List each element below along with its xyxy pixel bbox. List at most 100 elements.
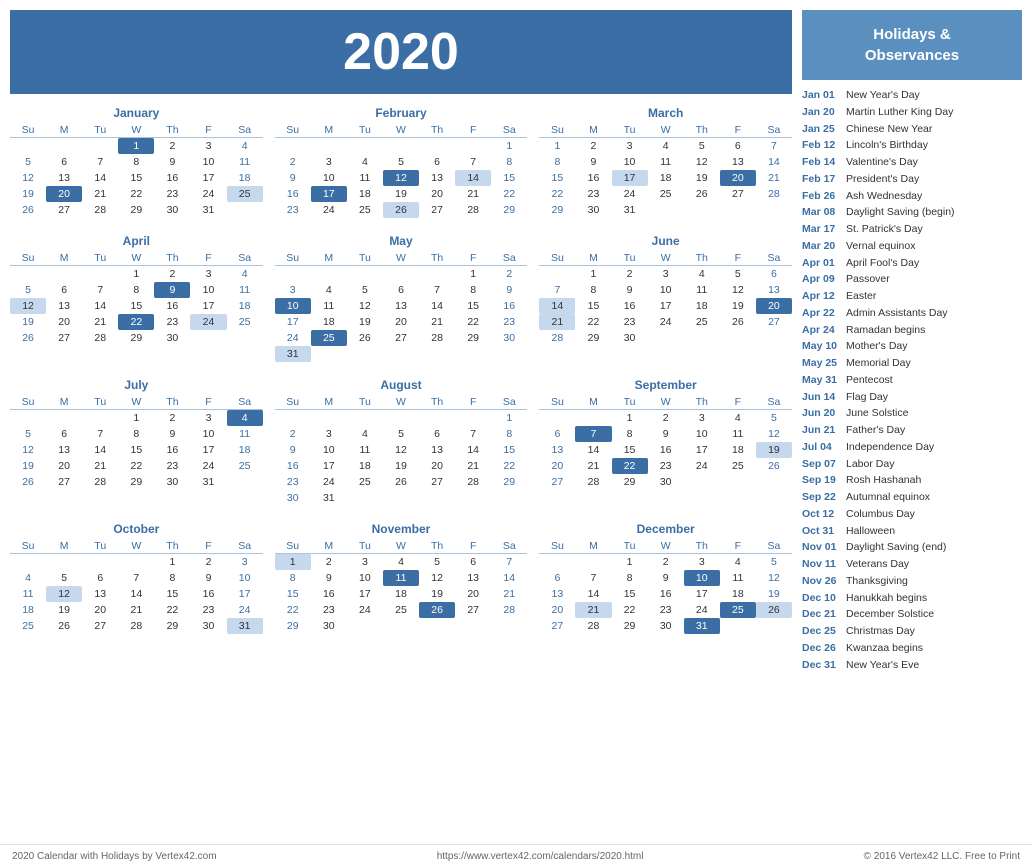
month-block: AprilSuMTuWThFSa123456789101112131415161… bbox=[10, 234, 263, 362]
holiday-date: Apr 01 bbox=[802, 256, 840, 272]
calendar-day: 9 bbox=[275, 170, 311, 186]
holiday-date: May 25 bbox=[802, 356, 840, 372]
calendar-day: 1 bbox=[575, 266, 611, 283]
calendar-day: 30 bbox=[575, 202, 611, 218]
holiday-name: Daylight Saving (begin) bbox=[846, 205, 955, 221]
calendar-day: 26 bbox=[10, 474, 46, 490]
calendar-day: 9 bbox=[154, 282, 190, 298]
calendar-day: 16 bbox=[154, 442, 190, 458]
calendar-day: 6 bbox=[46, 426, 82, 442]
month-title: October bbox=[10, 522, 263, 536]
calendar-day: 5 bbox=[684, 138, 720, 155]
calendar-day: 20 bbox=[46, 314, 82, 330]
day-header: Su bbox=[275, 123, 311, 138]
day-header: Su bbox=[539, 539, 575, 554]
calendar-day: 8 bbox=[118, 154, 154, 170]
day-header: F bbox=[190, 539, 226, 554]
calendar-day: 4 bbox=[720, 410, 756, 427]
calendar-day: 11 bbox=[648, 154, 684, 170]
month-block: AugustSuMTuWThFSa12345678910111213141516… bbox=[275, 378, 528, 506]
calendar-day: 18 bbox=[227, 442, 263, 458]
calendar-day: 17 bbox=[190, 298, 226, 314]
footer-left: 2020 Calendar with Holidays by Vertex42.… bbox=[12, 851, 217, 862]
calendar-day: 2 bbox=[275, 426, 311, 442]
calendar-day: 21 bbox=[455, 458, 491, 474]
calendar-day: 22 bbox=[491, 186, 527, 202]
holiday-date: Dec 26 bbox=[802, 641, 840, 657]
calendar-day: 26 bbox=[756, 602, 792, 618]
calendar-day: 2 bbox=[154, 138, 190, 155]
holiday-name: Columbus Day bbox=[846, 507, 915, 523]
holiday-item: Mar 08Daylight Saving (begin) bbox=[802, 205, 1022, 221]
calendar-day: 15 bbox=[539, 170, 575, 186]
calendar-day bbox=[756, 618, 792, 634]
calendar-day: 22 bbox=[154, 602, 190, 618]
footer: 2020 Calendar with Holidays by Vertex42.… bbox=[0, 844, 1032, 868]
day-header: Su bbox=[275, 251, 311, 266]
calendar-day: 27 bbox=[383, 330, 419, 346]
calendar-day: 25 bbox=[648, 186, 684, 202]
calendar-day: 13 bbox=[82, 586, 118, 602]
calendar-day: 25 bbox=[720, 602, 756, 618]
calendar-day: 30 bbox=[612, 330, 648, 346]
calendar-day: 10 bbox=[648, 282, 684, 298]
calendar-day: 1 bbox=[118, 266, 154, 283]
calendar-day bbox=[419, 266, 455, 283]
calendar-day: 18 bbox=[347, 458, 383, 474]
holiday-name: Easter bbox=[846, 289, 876, 305]
calendar-day: 1 bbox=[612, 554, 648, 571]
holiday-date: Apr 12 bbox=[802, 289, 840, 305]
calendar-day: 5 bbox=[10, 282, 46, 298]
calendar-day: 8 bbox=[539, 154, 575, 170]
holiday-date: Oct 12 bbox=[802, 507, 840, 523]
calendar-day: 6 bbox=[419, 426, 455, 442]
calendar-day: 21 bbox=[82, 458, 118, 474]
day-header: Th bbox=[684, 539, 720, 554]
calendar-day: 22 bbox=[455, 314, 491, 330]
day-header: Su bbox=[10, 395, 46, 410]
calendar-day: 15 bbox=[575, 298, 611, 314]
calendar-day: 17 bbox=[227, 586, 263, 602]
calendar-day: 2 bbox=[648, 410, 684, 427]
calendar-day: 20 bbox=[419, 458, 455, 474]
holiday-item: Feb 14Valentine's Day bbox=[802, 155, 1022, 171]
calendar-day: 30 bbox=[311, 618, 347, 634]
day-header: Tu bbox=[347, 123, 383, 138]
calendar-day: 11 bbox=[684, 282, 720, 298]
holiday-name: Flag Day bbox=[846, 390, 888, 406]
calendar-day: 11 bbox=[720, 426, 756, 442]
calendar-day: 10 bbox=[227, 570, 263, 586]
calendar-day: 20 bbox=[383, 314, 419, 330]
calendar-day: 28 bbox=[455, 474, 491, 490]
calendar-day: 7 bbox=[455, 154, 491, 170]
calendar-day: 1 bbox=[491, 138, 527, 155]
calendar-day: 9 bbox=[612, 282, 648, 298]
day-header: F bbox=[455, 539, 491, 554]
calendar-day: 21 bbox=[82, 314, 118, 330]
calendar-day bbox=[347, 346, 383, 362]
calendar-day: 5 bbox=[756, 554, 792, 571]
day-header: Tu bbox=[612, 395, 648, 410]
calendar-day: 14 bbox=[491, 570, 527, 586]
day-header: Tu bbox=[82, 539, 118, 554]
holiday-item: Sep 07Labor Day bbox=[802, 457, 1022, 473]
calendar-day: 27 bbox=[539, 618, 575, 634]
calendar-day: 30 bbox=[491, 330, 527, 346]
year-header: 2020 bbox=[10, 10, 792, 94]
calendar-day: 7 bbox=[575, 570, 611, 586]
calendar-day: 26 bbox=[419, 602, 455, 618]
month-table: SuMTuWThFSa12345678910111213141516171819… bbox=[275, 251, 528, 362]
months-grid: JanuarySuMTuWThFSa1234567891011121314151… bbox=[10, 106, 792, 634]
year-label: 2020 bbox=[343, 23, 459, 81]
calendar-day: 8 bbox=[275, 570, 311, 586]
day-header: Sa bbox=[756, 251, 792, 266]
holiday-item: Jan 25Chinese New Year bbox=[802, 122, 1022, 138]
day-header: Tu bbox=[82, 395, 118, 410]
holiday-item: Oct 31Halloween bbox=[802, 524, 1022, 540]
calendar-day: 20 bbox=[82, 602, 118, 618]
calendar-day: 11 bbox=[720, 570, 756, 586]
holiday-item: Dec 31New Year's Eve bbox=[802, 658, 1022, 674]
day-header: M bbox=[311, 123, 347, 138]
holiday-name: Ramadan begins bbox=[846, 323, 925, 339]
calendar-day: 4 bbox=[347, 426, 383, 442]
